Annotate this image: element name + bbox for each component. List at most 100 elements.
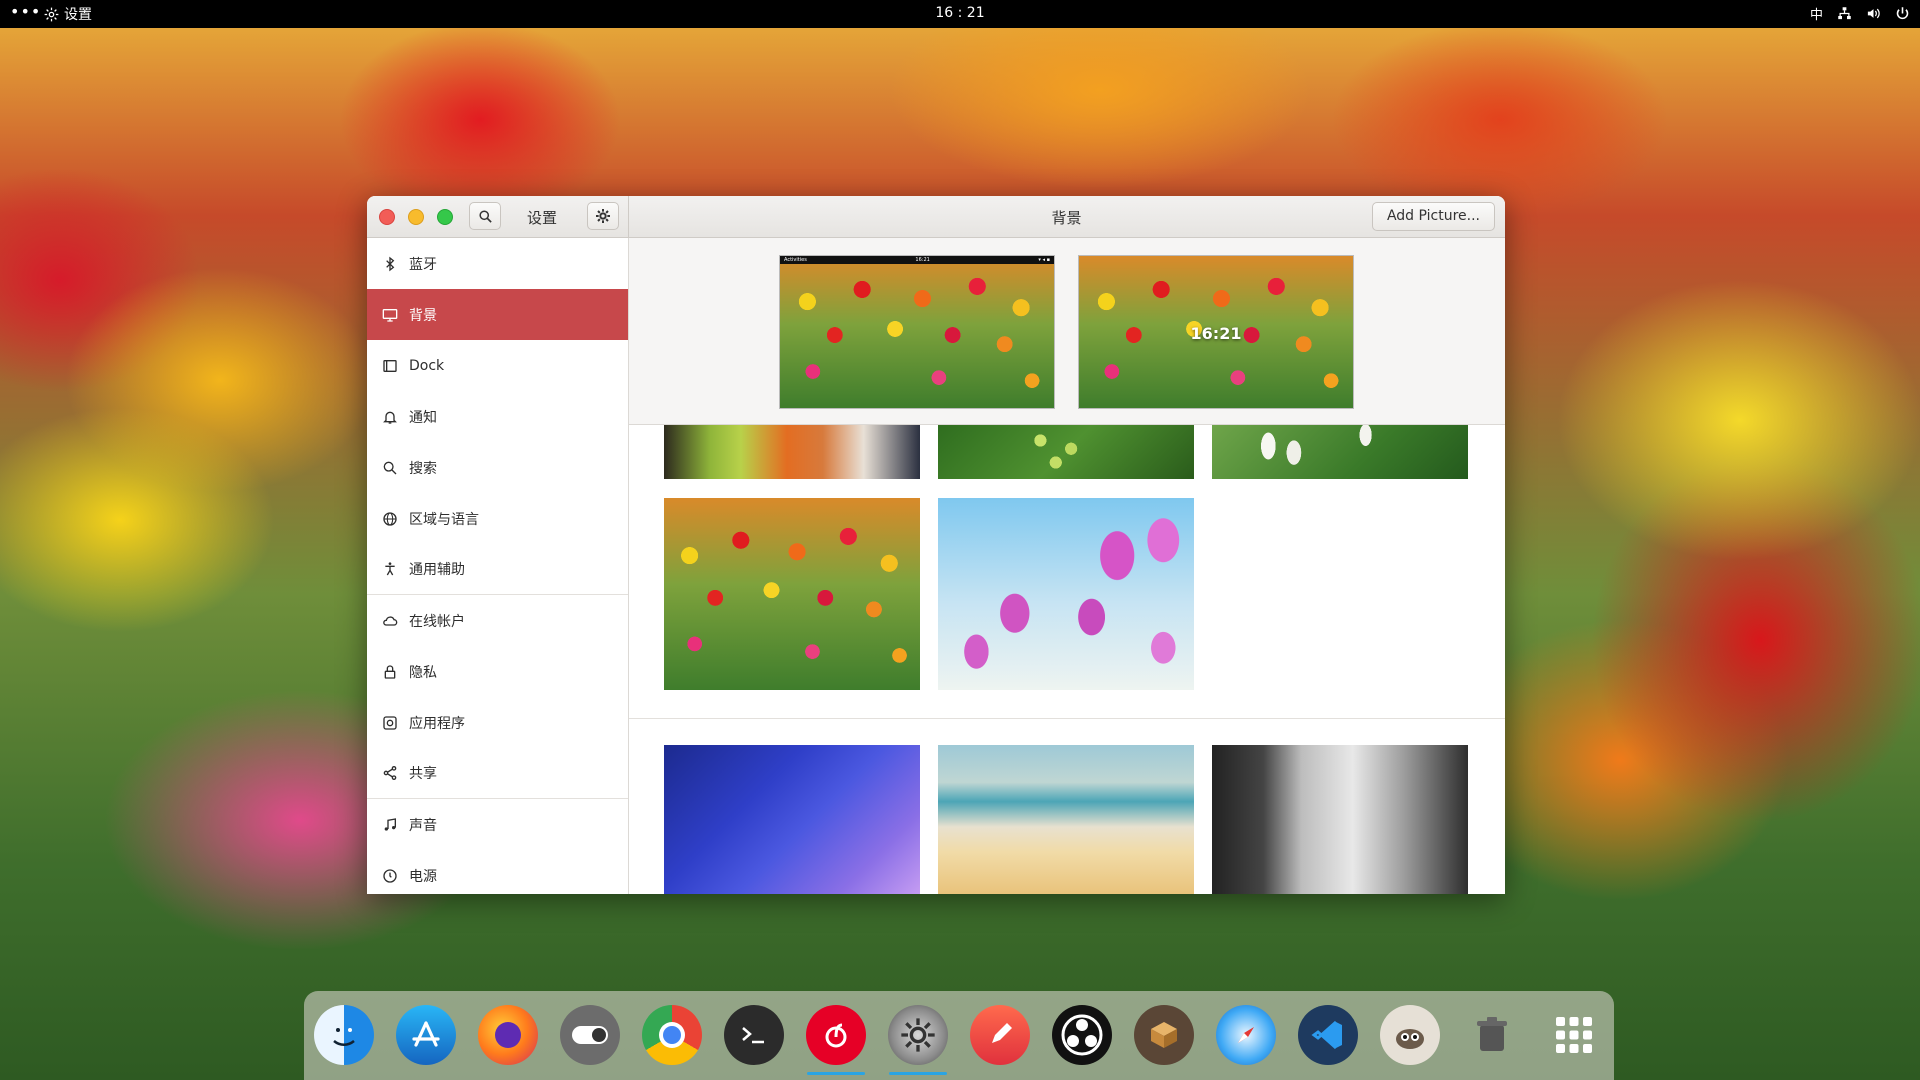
close-button[interactable] bbox=[379, 209, 395, 225]
bell-icon bbox=[381, 408, 399, 426]
gimp-icon[interactable] bbox=[1380, 1005, 1440, 1065]
wallpaper-thumbnail[interactable] bbox=[938, 498, 1194, 690]
wallpaper-thumbnail[interactable] bbox=[664, 745, 920, 894]
trash-icon[interactable] bbox=[1462, 1005, 1522, 1065]
wallpaper-thumbnail[interactable] bbox=[1212, 424, 1468, 479]
gear-icon bbox=[44, 7, 59, 21]
app-menu[interactable]: 设置 bbox=[44, 4, 92, 24]
preview-activities-label: Activities bbox=[784, 257, 807, 263]
network-icon[interactable] bbox=[1837, 6, 1852, 21]
cloud-icon bbox=[381, 612, 399, 630]
sidebar-item-label: 搜索 bbox=[409, 460, 437, 477]
sidebar-item-label: 应用程序 bbox=[409, 715, 465, 732]
dock bbox=[304, 991, 1614, 1080]
title-bar[interactable]: 设置 背景 Add Picture... bbox=[367, 196, 1505, 238]
wallpaper-thumbnail[interactable] bbox=[938, 424, 1194, 479]
sidebar-item-accessibility[interactable]: 通用辅助 bbox=[367, 544, 628, 595]
lock-screen-preview[interactable]: 16:21 bbox=[1078, 255, 1354, 409]
top-bar: ••• 设置 16 : 21 中 bbox=[0, 0, 1920, 28]
desktop-background-preview[interactable]: Activities 16:21 ▾ ◂ ▪ bbox=[779, 255, 1055, 409]
activities-menu[interactable]: ••• bbox=[10, 2, 41, 21]
sidebar-item-label: 电源 bbox=[409, 868, 437, 885]
sidebar-item-sound[interactable]: 声音 bbox=[367, 799, 628, 850]
window-controls bbox=[379, 209, 453, 225]
music-icon bbox=[381, 816, 399, 834]
bluetooth-icon bbox=[381, 255, 399, 273]
box-icon[interactable] bbox=[1134, 1005, 1194, 1065]
sidebar-item-label: Dock bbox=[409, 357, 445, 374]
safari-icon[interactable] bbox=[1216, 1005, 1276, 1065]
wallpaper-thumbnail[interactable] bbox=[664, 424, 920, 479]
share-icon bbox=[381, 764, 399, 782]
wallpaper-thumbnail[interactable] bbox=[938, 745, 1194, 894]
toggle-icon[interactable] bbox=[560, 1005, 620, 1065]
input-method-indicator[interactable]: 中 bbox=[1810, 4, 1823, 23]
vscode-icon[interactable] bbox=[1298, 1005, 1358, 1065]
app-store-icon[interactable] bbox=[396, 1005, 456, 1065]
menu-button[interactable] bbox=[587, 202, 619, 230]
volume-icon[interactable] bbox=[1866, 6, 1881, 21]
power-icon bbox=[381, 867, 399, 885]
preview-area: Activities 16:21 ▾ ◂ ▪ 16:21 bbox=[629, 238, 1505, 425]
background-panel: Activities 16:21 ▾ ◂ ▪ 16:21 bbox=[629, 238, 1505, 894]
preview-tray-icons: ▾ ◂ ▪ bbox=[1038, 257, 1050, 263]
maximize-button[interactable] bbox=[437, 209, 453, 225]
preview-clock: 16:21 bbox=[915, 257, 930, 263]
preview-top-bar: Activities 16:21 ▾ ◂ ▪ bbox=[780, 256, 1054, 264]
power-icon[interactable] bbox=[1895, 6, 1910, 21]
search-icon bbox=[381, 459, 399, 477]
netease-music-icon[interactable] bbox=[806, 1005, 866, 1065]
settings-icon[interactable] bbox=[888, 1005, 948, 1065]
sidebar-item-label: 区域与语言 bbox=[409, 511, 479, 528]
globe-icon bbox=[381, 510, 399, 528]
minimize-button[interactable] bbox=[408, 209, 424, 225]
window-title: 设置 bbox=[527, 209, 558, 227]
finder-icon[interactable] bbox=[314, 1005, 374, 1065]
settings-window: 设置 背景 Add Picture... 蓝牙 背景 Dock 通知 搜索 区域… bbox=[367, 196, 1505, 894]
accessibility-icon bbox=[381, 560, 399, 578]
sidebar-item-label: 共享 bbox=[409, 766, 437, 782]
sidebar-item-label: 隐私 bbox=[409, 664, 437, 681]
sidebar-item-label: 在线帐户 bbox=[409, 613, 465, 630]
sidebar-item-label: 通用辅助 bbox=[409, 562, 465, 578]
running-indicator bbox=[807, 1072, 865, 1075]
sidebar-item-online-accounts[interactable]: 在线帐户 bbox=[367, 595, 628, 646]
sidebar-item-label: 蓝牙 bbox=[409, 256, 437, 273]
wallpaper-thumbnail[interactable] bbox=[1212, 745, 1468, 894]
sidebar-item-power[interactable]: 电源 bbox=[367, 850, 628, 894]
sidebar-item-privacy[interactable]: 隐私 bbox=[367, 646, 628, 697]
running-indicator bbox=[889, 1072, 947, 1075]
obs-icon[interactable] bbox=[1052, 1005, 1112, 1065]
wallpaper-thumbnail[interactable] bbox=[664, 498, 920, 690]
display-icon bbox=[381, 306, 399, 324]
sidebar-item-notifications[interactable]: 通知 bbox=[367, 391, 628, 442]
add-picture-button[interactable]: Add Picture... bbox=[1371, 202, 1495, 231]
clock[interactable]: 16 : 21 bbox=[935, 5, 984, 21]
dock-icon bbox=[381, 357, 399, 375]
sidebar-item-applications[interactable]: 应用程序 bbox=[367, 697, 628, 748]
system-tray[interactable]: 中 bbox=[1810, 4, 1910, 23]
apps-icon bbox=[381, 714, 399, 732]
sidebar-item-background[interactable]: 背景 bbox=[367, 289, 628, 340]
section-divider bbox=[629, 718, 1505, 719]
sidebar-item-label: 背景 bbox=[409, 307, 437, 324]
sidebar-item-dock[interactable]: Dock bbox=[367, 340, 628, 391]
gear-icon bbox=[596, 209, 610, 223]
sidebar-item-search[interactable]: 搜索 bbox=[367, 442, 628, 493]
sidebar-item-sharing[interactable]: 共享 bbox=[367, 748, 628, 799]
sidebar-item-region-language[interactable]: 区域与语言 bbox=[367, 493, 628, 544]
pencil-icon[interactable] bbox=[970, 1005, 1030, 1065]
app-name: 设置 bbox=[64, 7, 92, 23]
chrome-icon[interactable] bbox=[642, 1005, 702, 1065]
lock-icon bbox=[381, 663, 399, 681]
sidebar: 蓝牙 背景 Dock 通知 搜索 区域与语言 通用辅助 在线帐户 隐私 应用程序… bbox=[367, 238, 629, 894]
sidebar-item-label: 通知 bbox=[409, 409, 437, 426]
sidebar-item-bluetooth[interactable]: 蓝牙 bbox=[367, 238, 628, 289]
app-grid-icon[interactable] bbox=[1544, 1005, 1604, 1065]
terminal-icon[interactable] bbox=[724, 1005, 784, 1065]
sidebar-item-label: 声音 bbox=[409, 817, 437, 834]
search-icon bbox=[478, 209, 492, 223]
lock-screen-clock: 16:21 bbox=[1190, 324, 1242, 343]
firefox-icon[interactable] bbox=[478, 1005, 538, 1065]
search-button[interactable] bbox=[469, 202, 501, 230]
